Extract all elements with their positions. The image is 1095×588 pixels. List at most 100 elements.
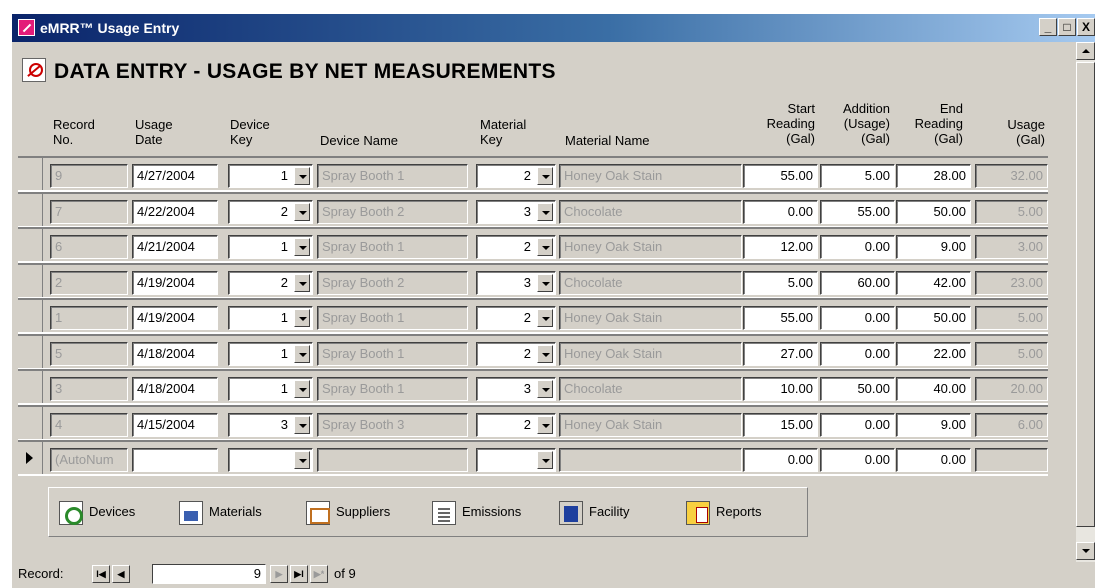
dropdown-arrow-icon[interactable] — [537, 202, 553, 221]
material-key-combo[interactable]: 2 — [476, 412, 556, 437]
start-reading-field[interactable]: 12.00 — [743, 235, 818, 259]
material-key-combo[interactable]: 3 — [476, 199, 556, 224]
suppliers-button[interactable]: Suppliers — [306, 498, 390, 526]
addition-field[interactable]: 0.00 — [820, 412, 895, 437]
first-record-button[interactable]: I◀ — [92, 565, 110, 583]
usage-date-field[interactable]: 4/27/2004 — [132, 164, 218, 188]
addition-field[interactable]: 50.00 — [820, 377, 895, 401]
end-reading-field[interactable]: 28.00 — [896, 164, 971, 188]
dropdown-arrow-icon[interactable] — [537, 380, 553, 398]
end-reading-field[interactable]: 9.00 — [896, 412, 971, 437]
end-reading-field[interactable]: 40.00 — [896, 377, 971, 401]
new-record-button[interactable]: ▶* — [310, 565, 328, 583]
device-key-combo[interactable]: 3 — [228, 412, 313, 437]
start-reading-field[interactable]: 0.00 — [743, 199, 818, 224]
usage-date-field[interactable]: 4/19/2004 — [132, 270, 218, 295]
usage-date-field[interactable]: 4/18/2004 — [132, 341, 218, 366]
start-reading-field[interactable]: 0.00 — [743, 448, 818, 472]
dropdown-arrow-icon[interactable] — [294, 415, 310, 434]
dropdown-arrow-icon[interactable] — [537, 238, 553, 256]
addition-field[interactable]: 60.00 — [820, 270, 895, 295]
dropdown-arrow-icon[interactable] — [537, 451, 553, 469]
material-key-combo[interactable]: 3 — [476, 270, 556, 295]
current-record-indicator-icon[interactable] — [18, 442, 43, 474]
device-key-combo[interactable]: 1 — [228, 306, 313, 330]
end-reading-field[interactable]: 22.00 — [896, 341, 971, 366]
device-key-combo[interactable]: 2 — [228, 270, 313, 295]
material-key-combo[interactable]: 2 — [476, 306, 556, 330]
record-selector[interactable] — [18, 335, 43, 368]
material-key-combo[interactable]: 2 — [476, 341, 556, 366]
start-reading-field[interactable]: 55.00 — [743, 164, 818, 188]
next-record-button[interactable]: ▶ — [270, 565, 288, 583]
dropdown-arrow-icon[interactable] — [537, 167, 553, 185]
record-selector[interactable] — [18, 406, 43, 439]
addition-field[interactable]: 0.00 — [820, 448, 895, 472]
addition-field[interactable]: 0.00 — [820, 235, 895, 259]
dropdown-arrow-icon[interactable] — [294, 380, 310, 398]
record-selector[interactable] — [18, 371, 43, 403]
device-key-combo[interactable] — [228, 448, 313, 472]
scrollbar-thumb[interactable] — [1076, 62, 1095, 527]
devices-button[interactable]: Devices — [59, 498, 135, 526]
addition-field[interactable]: 55.00 — [820, 199, 895, 224]
record-selector[interactable] — [18, 264, 43, 297]
emissions-button[interactable]: Emissions — [432, 498, 521, 526]
reports-button[interactable]: Reports — [686, 498, 762, 526]
dropdown-arrow-icon[interactable] — [294, 451, 310, 469]
scroll-down-icon[interactable] — [1076, 542, 1095, 560]
dropdown-arrow-icon[interactable] — [537, 415, 553, 434]
record-selector[interactable] — [18, 158, 43, 190]
dropdown-arrow-icon[interactable] — [294, 167, 310, 185]
device-key-combo[interactable]: 1 — [228, 164, 313, 188]
restore-button[interactable]: □ — [1058, 18, 1076, 36]
device-key-combo[interactable]: 1 — [228, 235, 313, 259]
dropdown-arrow-icon[interactable] — [537, 344, 553, 363]
usage-date-field[interactable]: 4/22/2004 — [132, 199, 218, 224]
usage-date-field[interactable]: 4/19/2004 — [132, 306, 218, 330]
start-reading-field[interactable]: 10.00 — [743, 377, 818, 401]
previous-record-button[interactable]: ◀ — [112, 565, 130, 583]
end-reading-field[interactable]: 50.00 — [896, 306, 971, 330]
dropdown-arrow-icon[interactable] — [537, 309, 553, 327]
addition-field[interactable]: 0.00 — [820, 306, 895, 330]
scroll-up-icon[interactable] — [1076, 42, 1095, 60]
end-reading-field[interactable]: 9.00 — [896, 235, 971, 259]
dropdown-arrow-icon[interactable] — [537, 273, 553, 292]
vertical-scrollbar[interactable] — [1076, 42, 1095, 562]
material-key-combo[interactable]: 3 — [476, 377, 556, 401]
usage-date-field[interactable]: 4/18/2004 — [132, 377, 218, 401]
start-reading-field[interactable]: 15.00 — [743, 412, 818, 437]
start-reading-field[interactable]: 27.00 — [743, 341, 818, 366]
record-selector[interactable] — [18, 229, 43, 261]
addition-field[interactable]: 0.00 — [820, 341, 895, 366]
material-key-combo[interactable]: 2 — [476, 164, 556, 188]
facility-button[interactable]: Facility — [559, 498, 629, 526]
dropdown-arrow-icon[interactable] — [294, 344, 310, 363]
dropdown-arrow-icon[interactable] — [294, 202, 310, 221]
record-selector[interactable] — [18, 300, 43, 332]
last-record-button[interactable]: ▶I — [290, 565, 308, 583]
usage-date-field[interactable]: 4/21/2004 — [132, 235, 218, 259]
material-key-combo[interactable]: 2 — [476, 235, 556, 259]
end-reading-field[interactable]: 42.00 — [896, 270, 971, 295]
usage-date-field[interactable]: 4/15/2004 — [132, 412, 218, 437]
end-reading-field[interactable]: 50.00 — [896, 199, 971, 224]
device-key-combo[interactable]: 2 — [228, 199, 313, 224]
record-selector[interactable] — [18, 193, 43, 226]
current-record-input[interactable]: 9 — [152, 564, 266, 584]
title-bar[interactable]: eMRR™ Usage Entry _ □ X — [12, 14, 1095, 42]
close-button[interactable]: X — [1077, 18, 1095, 36]
minimize-button[interactable]: _ — [1039, 18, 1057, 36]
end-reading-field[interactable]: 0.00 — [896, 448, 971, 472]
start-reading-field[interactable]: 5.00 — [743, 270, 818, 295]
dropdown-arrow-icon[interactable] — [294, 309, 310, 327]
material-key-combo[interactable] — [476, 448, 556, 472]
dropdown-arrow-icon[interactable] — [294, 273, 310, 292]
usage-date-field[interactable] — [132, 448, 218, 472]
addition-field[interactable]: 5.00 — [820, 164, 895, 188]
device-key-combo[interactable]: 1 — [228, 341, 313, 366]
device-key-combo[interactable]: 1 — [228, 377, 313, 401]
materials-button[interactable]: Materials — [179, 498, 262, 526]
start-reading-field[interactable]: 55.00 — [743, 306, 818, 330]
